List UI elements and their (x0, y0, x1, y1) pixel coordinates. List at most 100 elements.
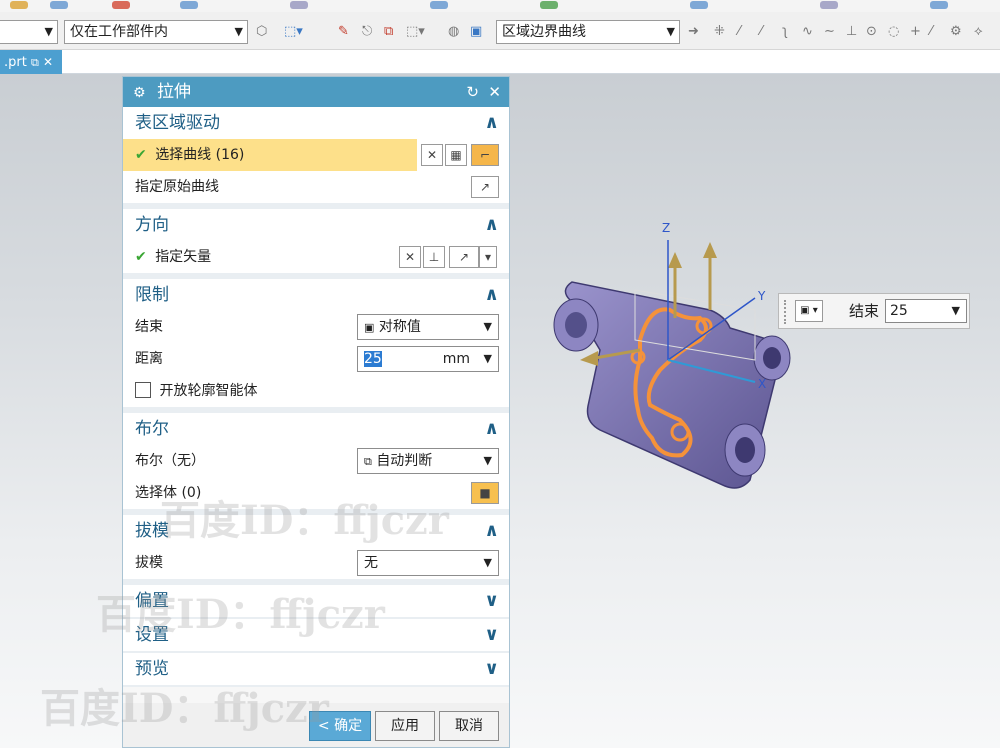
section-header[interactable]: 预览 ∨ (123, 653, 509, 685)
close-icon[interactable]: ✕ (43, 55, 53, 69)
reset-icon[interactable]: ↻ (466, 77, 479, 107)
apply-button[interactable]: 应用 (375, 711, 435, 741)
original-curve-button[interactable]: ↗ (471, 176, 499, 198)
original-curve-row[interactable]: 指定原始曲线 (123, 171, 509, 203)
section-header[interactable]: 方向 ∧ (123, 209, 509, 241)
popout-icon[interactable]: ⧉ (31, 56, 39, 69)
end-type-value: 对称值 (378, 319, 421, 335)
section-preview: 预览 ∨ (123, 653, 509, 687)
midpoint-icon[interactable]: ⊥ (846, 24, 857, 39)
inferred-vector-button[interactable]: ↗ (449, 246, 479, 268)
section-header[interactable]: 拔模 ∧ (123, 515, 509, 547)
tab-label: .prt (4, 55, 27, 70)
section-header[interactable]: 表区域驱动 ∧ (123, 107, 509, 139)
chevron-down-icon: ▼ (483, 556, 492, 569)
ribbon-icon[interactable] (180, 1, 198, 9)
distance-input[interactable]: 25 mm ▼ (357, 346, 499, 372)
filter-icon[interactable]: ⎋ (362, 24, 372, 39)
tube-hole (565, 312, 587, 338)
section-header[interactable]: 限制 ∧ (123, 279, 509, 311)
drag-arrow[interactable] (703, 242, 717, 258)
chevron-down-icon[interactable]: ∨ (484, 619, 499, 651)
wave-icon[interactable]: ∼ (824, 24, 835, 39)
dialog-footer: < 确定 > 应用 取消 (123, 703, 509, 748)
shade-icon[interactable]: ◍ (448, 24, 459, 39)
settings-icon[interactable]: ⚙ (950, 24, 962, 39)
boolean-dropdown[interactable]: ⧉ 自动判断 ▼ (357, 448, 499, 474)
ribbon-icon[interactable] (50, 1, 68, 9)
end-value-input[interactable]: 25 ▼ (885, 299, 967, 323)
ribbon-icon[interactable] (290, 1, 308, 9)
point-icon[interactable]: + (910, 24, 921, 39)
curve-rule-button[interactable]: ✕ (421, 144, 443, 166)
intersect-icon[interactable]: ⁜ (714, 24, 725, 39)
snap-icon[interactable]: ⬡ (256, 24, 267, 39)
line-icon[interactable]: ⁄ (930, 24, 932, 39)
reverse-direction-button[interactable]: ✕ (399, 246, 421, 268)
cube-icon[interactable]: ■ (471, 482, 499, 504)
select-body-row[interactable]: 选择体 (0) (123, 477, 509, 509)
tube-hole (735, 437, 755, 463)
part-model[interactable]: Z Y X (540, 210, 800, 500)
chevron-up-icon[interactable]: ∧ (484, 413, 499, 445)
scope-filter-dropdown[interactable]: 仅在工作部件内 ▼ (64, 20, 248, 44)
tab-part-file[interactable]: .prt ⧉ ✕ (0, 50, 62, 74)
sketch-button[interactable]: ▦ (445, 144, 467, 166)
select-curve-button[interactable]: ⌐ (471, 144, 499, 166)
cube-icon[interactable]: ▣ (470, 24, 482, 39)
check-icon: ✔ (135, 147, 147, 163)
scope-filter-value: 仅在工作部件内 (70, 24, 168, 40)
open-profile-checkbox[interactable] (135, 382, 151, 398)
draft-dropdown[interactable]: 无 ▼ (357, 550, 499, 576)
chevron-up-icon[interactable]: ∧ (484, 279, 499, 311)
open-profile-row[interactable]: 开放轮廓智能体 (123, 375, 509, 407)
ribbon-icon[interactable] (10, 1, 28, 9)
section-header[interactable]: 设置 ∨ (123, 619, 509, 651)
curve-icon[interactable]: ʅ (782, 24, 788, 39)
curve-rule-dropdown[interactable]: 区域边界曲线 ▼ (496, 20, 680, 44)
vector-dropdown-button[interactable]: ▾ (479, 246, 497, 268)
vector-dialog-button[interactable]: ⊥ (423, 246, 445, 268)
chevron-down-icon[interactable]: ∨ (484, 585, 499, 617)
section-header[interactable]: 偏置 ∨ (123, 585, 509, 617)
chevron-down-icon: ▼ (483, 320, 492, 333)
spline-icon[interactable]: ∿ (802, 24, 813, 39)
ribbon-icon[interactable] (690, 1, 708, 9)
copy-icon[interactable]: ⧉ (384, 24, 393, 39)
center-icon[interactable]: ⊙ (866, 24, 877, 39)
ribbon-icon[interactable] (430, 1, 448, 9)
chevron-up-icon[interactable]: ∧ (484, 107, 499, 139)
box-select-icon[interactable]: ⬚▾ (406, 24, 425, 39)
drag-grip-icon[interactable] (784, 300, 790, 324)
draft-value: 无 (364, 555, 378, 571)
quadrant-icon[interactable]: ◌ (888, 24, 899, 39)
drag-arrow[interactable] (668, 252, 682, 268)
boolean-icon: ⧉ (364, 455, 372, 468)
tab-bar: .prt ⧉ ✕ (0, 50, 1000, 74)
ribbon-icon[interactable] (930, 1, 948, 9)
close-icon[interactable]: ✕ (488, 77, 501, 107)
line-icon[interactable]: ⁄ (738, 24, 740, 39)
cancel-button[interactable]: 取消 (439, 711, 499, 741)
ribbon-icon[interactable] (820, 1, 838, 9)
curve-rule-value: 区域边界曲线 (502, 24, 586, 40)
limit-type-dropdown[interactable]: ▣ ▾ (795, 300, 823, 322)
end-type-dropdown[interactable]: ▣ 对称值 ▼ (357, 314, 499, 340)
pin-icon[interactable]: ✎ (338, 24, 349, 39)
drag-arrow[interactable] (580, 351, 598, 366)
chevron-up-icon[interactable]: ∧ (484, 515, 499, 547)
select-curve-row[interactable]: ✔ 选择曲线 (16) (123, 139, 417, 171)
chevron-down-icon[interactable]: ∨ (484, 653, 499, 685)
tube-hole (763, 347, 781, 369)
forward-icon[interactable]: ➜ (688, 24, 699, 39)
chevron-up-icon[interactable]: ∧ (484, 209, 499, 241)
ok-button[interactable]: < 确定 > (309, 711, 371, 748)
ribbon-icon[interactable] (540, 1, 558, 9)
ribbon-icon[interactable] (112, 1, 130, 9)
type-filter-dropdown[interactable]: ▼ (0, 20, 58, 44)
more-icon[interactable]: ⟡ (974, 24, 983, 39)
line-icon[interactable]: ⁄ (760, 24, 762, 39)
gear-icon[interactable]: ⚙ (133, 85, 146, 101)
section-header[interactable]: 布尔 ∧ (123, 413, 509, 445)
select-icon[interactable]: ⬚▾ (284, 24, 303, 39)
